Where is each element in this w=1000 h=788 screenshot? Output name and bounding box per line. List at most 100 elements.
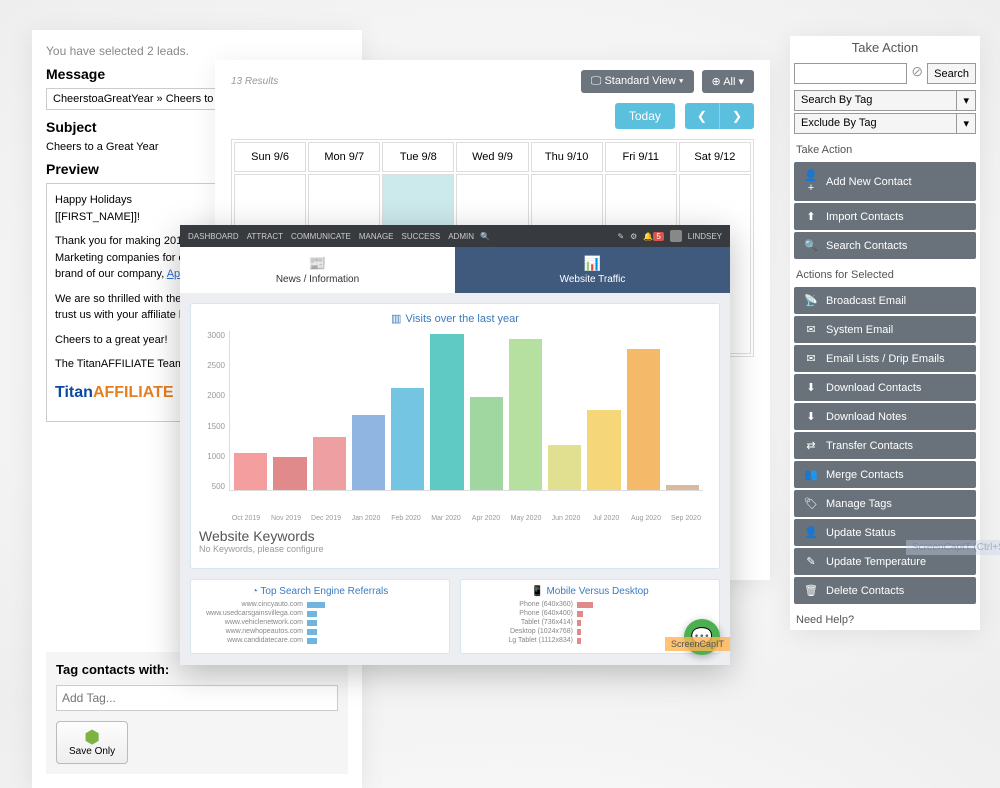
action-icon: ✉	[804, 352, 818, 365]
action-download-notes[interactable]: ⬇Download Notes	[794, 403, 976, 430]
action-transfer-contacts[interactable]: ⇄Transfer Contacts	[794, 432, 976, 459]
mini-row: www.cincyauto.com	[197, 601, 443, 608]
username: LINDSEY	[688, 232, 722, 241]
action-import-contacts[interactable]: ⬆Import Contacts	[794, 203, 976, 230]
mini-row: Desktop (1024x768)	[467, 628, 713, 635]
standard-view-button[interactable]: 🖵 Standard View ▾	[581, 70, 694, 93]
chart-bar	[587, 410, 620, 490]
save-only-button[interactable]: ⬢ Save Only	[56, 721, 128, 764]
action-icon: ⬇	[804, 410, 818, 423]
chart-bar	[273, 457, 306, 490]
action-system-email[interactable]: ✉System Email	[794, 316, 976, 343]
avatar[interactable]	[670, 230, 682, 242]
pie-icon: ◔	[252, 586, 258, 597]
dashboard-overlay: DASHBOARD ATTRACT COMMUNICATE MANAGE SUCCESS…	[180, 225, 730, 665]
chart-bar	[470, 397, 503, 490]
nav-manage[interactable]: MANAGE	[359, 232, 394, 241]
add-tag-input[interactable]	[56, 685, 338, 711]
search-button[interactable]: Search	[927, 63, 976, 84]
chart-bar	[548, 445, 581, 490]
action-icon: 🏷	[804, 497, 818, 510]
keywords-section: Website Keywords No Keywords, please con…	[199, 526, 711, 560]
today-button[interactable]: Today	[615, 103, 675, 129]
action-icon: ✎	[804, 555, 818, 568]
action-icon: ⬇	[804, 381, 818, 394]
gear-icon[interactable]: ⚙	[630, 232, 637, 241]
news-icon: 📰	[188, 255, 447, 272]
action-icon: 👤	[804, 526, 818, 539]
calendar-day-header: Mon 9/7	[308, 142, 380, 172]
action-download-contacts[interactable]: ⬇Download Contacts	[794, 374, 976, 401]
action-search-contacts[interactable]: 🔍Search Contacts	[794, 232, 976, 259]
chart-bar	[313, 437, 346, 490]
actions-selected-header: Actions for Selected	[790, 261, 980, 285]
action-manage-tags[interactable]: 🏷Manage Tags	[794, 490, 976, 517]
nav-admin[interactable]: ADMIN	[448, 232, 474, 241]
all-filter-button[interactable]: ⊕ All ▾	[702, 70, 754, 93]
action-icon: ⇄	[804, 439, 818, 452]
mini-row: www.candidatecare.com	[197, 637, 443, 644]
visits-chart-card: ▥Visits over the last year 3000250020001…	[190, 303, 720, 569]
next-week-button[interactable]: ❯	[720, 103, 754, 129]
prev-week-button[interactable]: ❮	[685, 103, 720, 129]
mini-row: Phone (640x400)	[467, 610, 713, 617]
edit-icon[interactable]: ✎	[617, 232, 624, 241]
calendar-nav-arrows: ❮ ❯	[685, 103, 754, 129]
tab-news[interactable]: 📰News / Information	[180, 247, 455, 293]
chart-title: ▥Visits over the last year	[199, 312, 711, 325]
action-email-lists-drip-emails[interactable]: ✉Email Lists / Drip Emails	[794, 345, 976, 372]
nav-attract[interactable]: ATTRACT	[247, 232, 283, 241]
preview-greeting: Happy Holidays [[FIRST_NAME]]!	[55, 192, 207, 225]
action-icon: 📡	[804, 294, 818, 307]
caret-down-icon: ▾	[956, 91, 975, 110]
mobile-icon: 📱	[531, 586, 543, 597]
nav-communicate[interactable]: COMMUNICATE	[291, 232, 351, 241]
take-action-header: Take Action	[790, 136, 980, 160]
action-icon: ✉	[804, 323, 818, 336]
calendar-day-header: Sun 9/6	[234, 142, 306, 172]
bar-chart-icon: ▥	[391, 313, 401, 325]
screencap-badge: ScreenCapIT	[665, 637, 730, 651]
keywords-sub: No Keywords, please configure	[199, 544, 711, 554]
mini-row: www.vehiclenetwork.com	[197, 619, 443, 626]
nav-success[interactable]: SUCCESS	[402, 232, 441, 241]
dashboard-topbar: DASHBOARD ATTRACT COMMUNICATE MANAGE SUCCESS…	[180, 225, 730, 247]
search-by-tag-button[interactable]: Search By Tag▾	[794, 90, 976, 111]
action-delete-contacts[interactable]: 🗑Delete Contacts	[794, 577, 976, 604]
chart-bar	[627, 349, 660, 490]
calendar-day-header: Wed 9/9	[456, 142, 528, 172]
mini-row: Phone (640x360)	[467, 601, 713, 608]
chart-bar	[234, 453, 267, 490]
action-icon: 🗑	[804, 584, 818, 597]
action-icon: 👤+	[804, 169, 818, 194]
chart-bar	[391, 388, 424, 490]
chart-bar	[430, 334, 463, 490]
actions-sidebar: Take Action ⊘ Search Search By Tag▾ Excl…	[790, 36, 980, 630]
search-input[interactable]	[794, 63, 907, 84]
calendar-day-header: Fri 9/11	[605, 142, 677, 172]
action-merge-contacts[interactable]: 👥Merge Contacts	[794, 461, 976, 488]
selected-leads-text: You have selected 2 leads.	[46, 44, 348, 58]
action-broadcast-email[interactable]: 📡Broadcast Email	[794, 287, 976, 314]
alert-icon[interactable]: 🔔5	[643, 232, 663, 241]
action-add-new-contact[interactable]: 👤+Add New Contact	[794, 162, 976, 201]
tab-website-traffic[interactable]: 📊Website Traffic	[455, 247, 730, 293]
caret-down-icon: ▾	[956, 114, 975, 133]
action-icon: 🔍	[804, 239, 818, 252]
search-icon[interactable]: 🔍	[480, 232, 490, 241]
keywords-header: Website Keywords	[199, 528, 711, 544]
clear-search-icon[interactable]: ⊘	[907, 63, 927, 84]
chart-bar	[509, 339, 542, 490]
tag-section: Tag contacts with: ⬢ Save Only	[46, 652, 348, 774]
action-icon: ⬆	[804, 210, 818, 223]
need-help-header: Need Help?	[790, 606, 980, 630]
calendar-day-header: Tue 9/8	[382, 142, 454, 172]
mini-row: www.usedcarsgainsvillega.com	[197, 610, 443, 617]
mini-row: Tablet (736x414)	[467, 619, 713, 626]
calendar-day-header: Sat 9/12	[679, 142, 751, 172]
results-count: 13 Results	[231, 76, 278, 87]
nav-dashboard[interactable]: DASHBOARD	[188, 232, 239, 241]
sidebar-title: Take Action	[790, 36, 980, 59]
exclude-by-tag-button[interactable]: Exclude By Tag▾	[794, 113, 976, 134]
chart-bar	[666, 485, 699, 490]
